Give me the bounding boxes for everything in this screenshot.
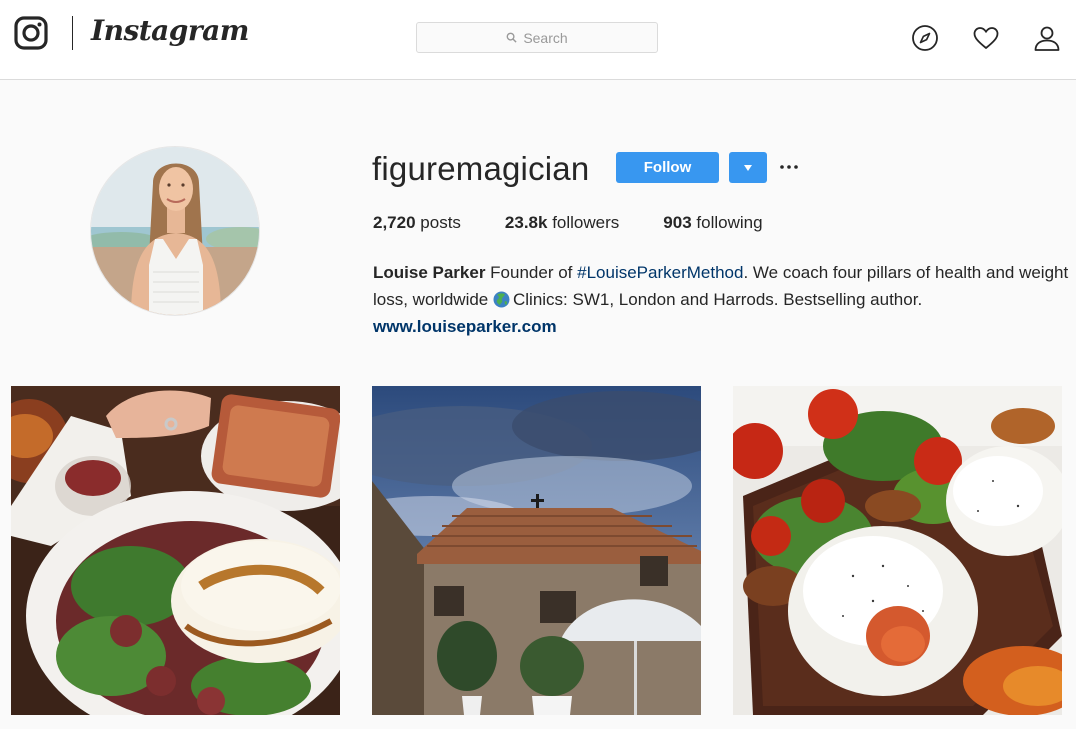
post-thumbnail-poached-eggs[interactable] xyxy=(733,386,1062,715)
search-input[interactable]: Search xyxy=(416,22,658,53)
top-navigation-bar: Instagram Search xyxy=(0,0,1076,80)
follow-button[interactable]: Follow xyxy=(616,152,719,183)
bio-full-name: Louise Parker xyxy=(373,263,486,282)
profile-stats: 2,720 posts 23.8k followers 903 followin… xyxy=(373,213,807,233)
following-value: 903 xyxy=(663,213,692,232)
globe-emoji-icon xyxy=(493,291,510,308)
caret-down-icon xyxy=(744,164,752,171)
more-options-button[interactable] xyxy=(778,153,800,181)
posts-label: posts xyxy=(420,213,461,232)
bio-text-1: Founder of xyxy=(485,263,578,282)
post-thumbnail-food-salad[interactable] xyxy=(11,386,340,715)
followers-value: 23.8k xyxy=(504,213,548,232)
person-icon[interactable] xyxy=(1033,24,1061,52)
posts-value: 2,720 xyxy=(373,213,416,232)
bio-website-link[interactable]: www.louiseparker.com xyxy=(373,313,1073,340)
ellipsis-icon xyxy=(780,165,798,169)
suggestions-dropdown-button[interactable] xyxy=(729,152,767,183)
profile-avatar[interactable] xyxy=(90,146,260,316)
instagram-wordmark[interactable]: Instagram xyxy=(91,14,249,47)
post-thumbnail-church-building[interactable] xyxy=(372,386,701,715)
search-placeholder: Search xyxy=(523,29,568,46)
bio-text-3: Clinics: SW1, London and Harrods. Bestse… xyxy=(513,290,923,309)
search-icon xyxy=(506,32,517,43)
followers-count[interactable]: 23.8k followers xyxy=(505,213,619,233)
profile-bio: Louise Parker Founder of #LouiseParkerMe… xyxy=(373,259,1073,340)
posts-count: 2,720 posts xyxy=(373,213,461,233)
compass-icon[interactable] xyxy=(911,24,939,52)
heart-icon[interactable] xyxy=(972,24,1000,52)
logo-divider xyxy=(72,16,73,50)
bio-hashtag-link[interactable]: #LouiseParkerMethod xyxy=(577,263,743,282)
instagram-camera-icon[interactable] xyxy=(14,16,48,50)
following-count[interactable]: 903 following xyxy=(663,213,762,233)
profile-username: figuremagician xyxy=(372,150,590,187)
followers-label: followers xyxy=(552,213,620,232)
following-label: following xyxy=(696,213,763,232)
